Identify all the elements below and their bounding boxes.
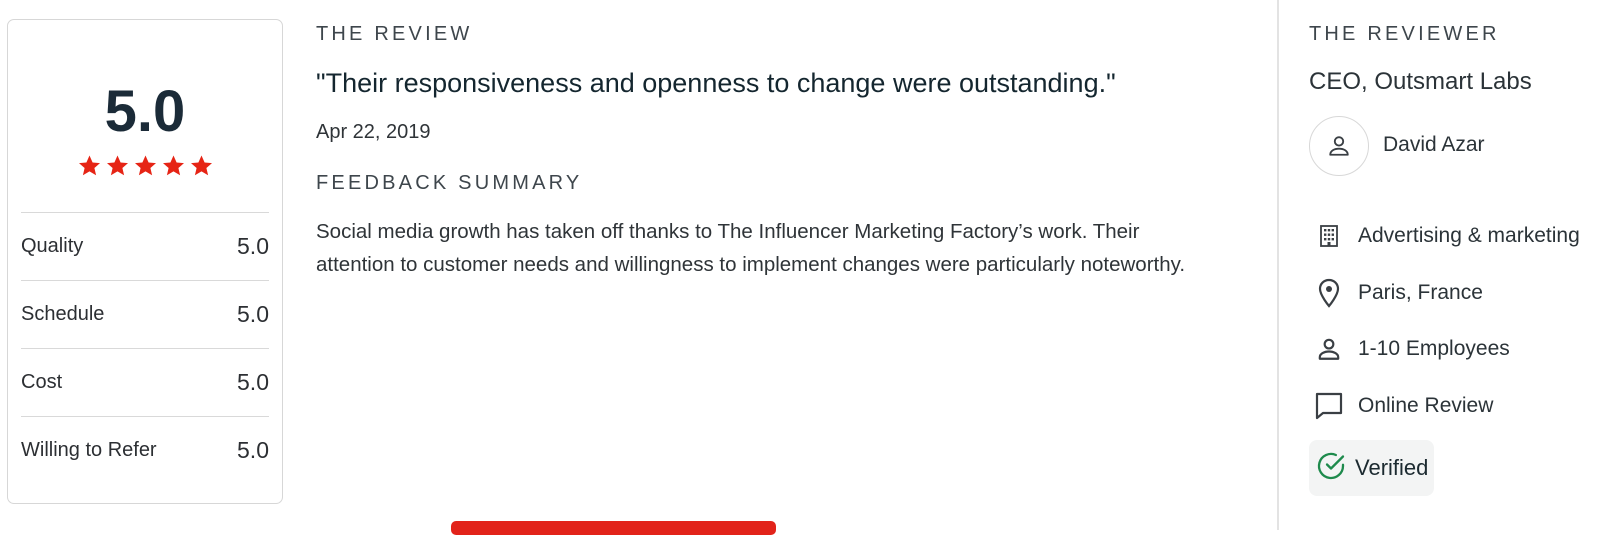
overall-rating: 5.0 <box>104 79 186 144</box>
rating-card: 5.0 Quality 5.0 Schedule 5.0 Cost 5.0 Wi… <box>7 19 283 504</box>
verified-text: Verified <box>1355 455 1429 480</box>
metric-label: Schedule <box>21 303 105 325</box>
verified-badge: Verified <box>1309 440 1434 496</box>
review-heading: THE REVIEW <box>316 23 473 45</box>
company-size-text: 1-10 Employees <box>1358 337 1510 360</box>
review-title: "Their responsiveness and openness to ch… <box>316 68 1116 98</box>
review-type-text: Online Review <box>1358 394 1494 417</box>
reviewer-role: CEO, Outsmart Labs <box>1309 68 1532 95</box>
metric-row-willing-to-refer: Willing to Refer 5.0 <box>21 416 269 484</box>
feedback-summary-heading: FEEDBACK SUMMARY <box>316 172 583 194</box>
chat-bubble-icon <box>1314 391 1344 421</box>
star-rating <box>8 154 282 178</box>
metric-value: 5.0 <box>237 233 269 259</box>
check-circle-icon <box>1315 450 1347 487</box>
feedback-summary-text: Social media growth has taken off thanks… <box>316 220 1186 276</box>
metric-label: Quality <box>21 235 84 257</box>
metric-row-schedule: Schedule 5.0 <box>21 280 269 348</box>
rating-breakdown: Quality 5.0 Schedule 5.0 Cost 5.0 Willin… <box>21 212 269 484</box>
reviewer-heading: THE REVIEWER <box>1309 23 1500 45</box>
building-icon <box>1314 221 1344 251</box>
industry-text: Advertising & marketing <box>1358 224 1580 247</box>
star-icon <box>162 155 184 176</box>
metric-value: 5.0 <box>237 369 269 395</box>
metric-value: 5.0 <box>237 437 269 463</box>
person-icon <box>1314 334 1344 364</box>
metric-value: 5.0 <box>237 301 269 327</box>
reviewer-name: David Azar <box>1383 133 1485 156</box>
star-icon <box>78 155 100 176</box>
read-full-review-button[interactable] <box>451 521 776 535</box>
review-date: Apr 22, 2019 <box>316 121 431 143</box>
location-pin-icon <box>1314 278 1344 308</box>
star-icon <box>134 155 156 176</box>
avatar <box>1309 116 1369 176</box>
column-divider <box>1277 0 1279 530</box>
reviewer-industry: Advertising & marketing <box>1314 221 1580 251</box>
location-text: Paris, France <box>1358 281 1483 304</box>
star-icon <box>106 155 128 176</box>
star-icon <box>190 155 212 176</box>
reviewer-review-type: Online Review <box>1314 391 1493 421</box>
person-icon <box>1329 136 1349 156</box>
reviewer-location: Paris, France <box>1314 278 1483 308</box>
metric-row-quality: Quality 5.0 <box>21 212 269 280</box>
metric-label: Willing to Refer <box>21 439 157 461</box>
reviewer-company-size: 1-10 Employees <box>1314 334 1510 364</box>
metric-row-cost: Cost 5.0 <box>21 348 269 416</box>
metric-label: Cost <box>21 371 63 393</box>
